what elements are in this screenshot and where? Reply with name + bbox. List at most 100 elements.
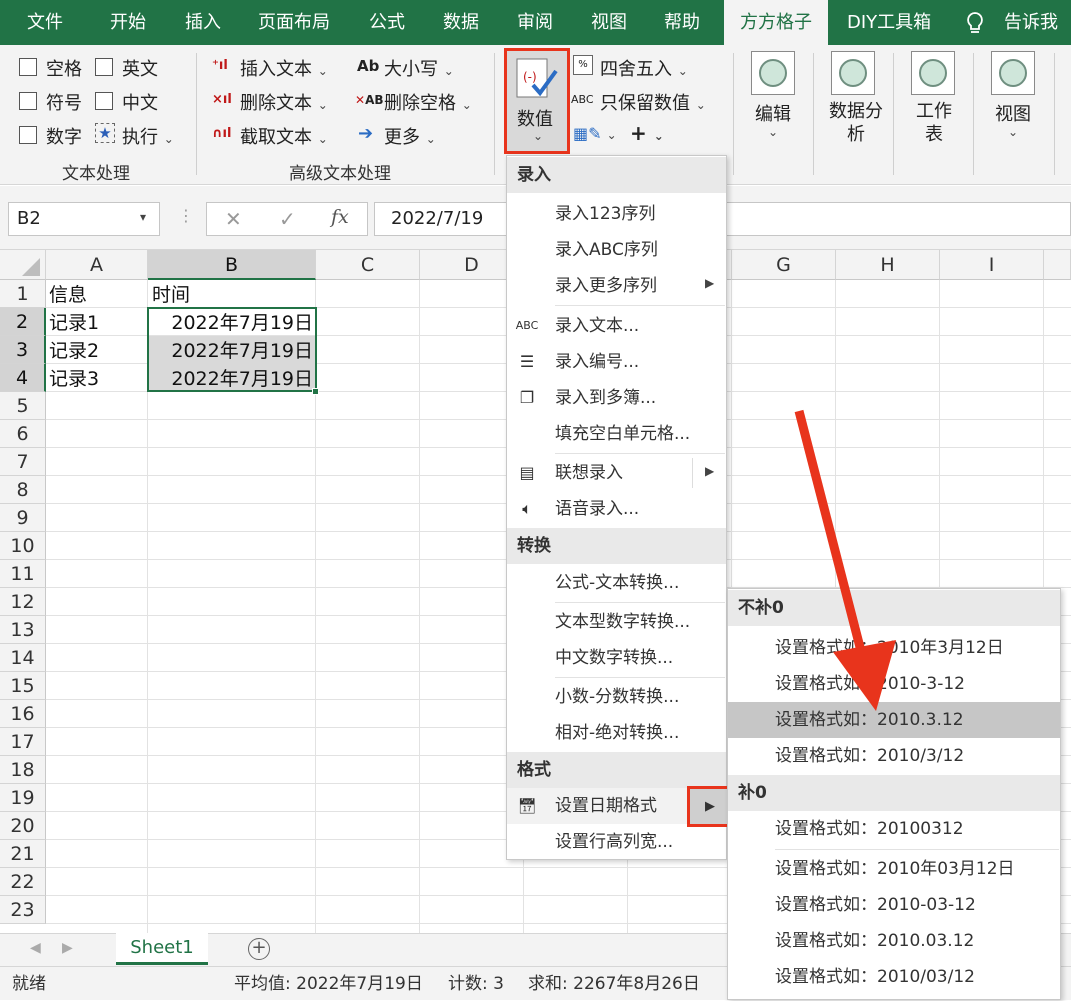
menu-item-input-123[interactable]: 录入123序列 — [555, 196, 655, 232]
menu-item-set-row-col-size[interactable]: 设置行高列宽... — [555, 824, 673, 860]
row-header-1[interactable]: 1 — [0, 280, 46, 308]
edit-table-icon[interactable]: ▦✎ ⌄ — [573, 123, 617, 146]
tab-diy-toolbox[interactable]: DIY工具箱 — [847, 0, 931, 45]
row-header-6[interactable]: 6 — [0, 420, 46, 448]
date-format-option[interactable]: 设置格式如：2010年03月12日 — [775, 851, 1015, 887]
row-header-22[interactable]: 22 — [0, 868, 46, 896]
menu-item-relative-absolute[interactable]: 相对-绝对转换... — [555, 715, 679, 751]
column-header-h[interactable]: H — [836, 250, 940, 280]
menu-item-voice-input[interactable]: 语音录入... — [555, 491, 639, 527]
insert-text-button[interactable]: 插入文本 ⌄ — [240, 55, 328, 81]
column-header-c[interactable]: C — [316, 250, 420, 280]
confirm-icon[interactable]: ✓ — [279, 207, 296, 231]
round-button[interactable]: 四舍五入 ⌄ — [600, 55, 688, 81]
tab-file[interactable]: 文件 — [27, 0, 63, 45]
checkbox-chinese[interactable] — [95, 92, 113, 110]
next-sheet-icon[interactable]: ▶ — [62, 940, 73, 956]
edit-icon[interactable] — [751, 51, 795, 95]
checkbox-digit[interactable] — [19, 126, 37, 144]
row-header-19[interactable]: 19 — [0, 784, 46, 812]
cell-b3[interactable]: 2022年7月19日 — [148, 337, 313, 365]
menu-item-input-more-series[interactable]: 录入更多序列 — [555, 268, 657, 304]
tab-insert[interactable]: 插入 — [185, 0, 221, 45]
row-header-16[interactable]: 16 — [0, 700, 46, 728]
row-header-7[interactable]: 7 — [0, 448, 46, 476]
tab-home[interactable]: 开始 — [110, 0, 146, 45]
data-analysis-icon[interactable] — [831, 51, 875, 95]
date-format-option-selected[interactable]: 设置格式如：2010.3.12 — [775, 702, 964, 738]
row-header-8[interactable]: 8 — [0, 476, 46, 504]
cell-b2[interactable]: 2022年7月19日 — [148, 309, 313, 337]
cell-b1[interactable]: 时间 — [152, 281, 190, 309]
menu-item-formula-text[interactable]: 公式-文本转换... — [555, 565, 679, 601]
tell-me-search[interactable]: 告诉我 — [1004, 0, 1058, 45]
tab-review[interactable]: 审阅 — [517, 0, 553, 45]
date-format-option[interactable]: 设置格式如：2010年3月12日 — [775, 630, 1004, 666]
execute-button[interactable]: 执行 ⌄ — [122, 123, 174, 149]
row-header-3[interactable]: 3 — [0, 336, 46, 364]
worksheet-button[interactable]: 工作表 — [914, 100, 954, 146]
extract-text-button[interactable]: 截取文本 ⌄ — [240, 123, 328, 149]
menu-item-chinese-number[interactable]: 中文数字转换... — [555, 640, 673, 676]
sheet-tab-sheet1[interactable]: Sheet1 — [116, 933, 208, 965]
row-header-17[interactable]: 17 — [0, 728, 46, 756]
row-header-10[interactable]: 10 — [0, 532, 46, 560]
row-header-12[interactable]: 12 — [0, 588, 46, 616]
column-header-a[interactable]: A — [46, 250, 148, 280]
cell-a4[interactable]: 记录3 — [49, 365, 99, 393]
tab-view[interactable]: 视图 — [591, 0, 627, 45]
case-button[interactable]: 大小写 ⌄ — [384, 55, 454, 81]
date-format-option[interactable]: 设置格式如：2010/3/12 — [775, 738, 964, 774]
column-header-g[interactable]: G — [732, 250, 836, 280]
checkbox-symbol[interactable] — [19, 92, 37, 110]
menu-item-input-text[interactable]: 录入文本... — [555, 308, 639, 344]
row-header-2[interactable]: 2 — [0, 308, 46, 336]
row-header-14[interactable]: 14 — [0, 644, 46, 672]
fx-icon[interactable]: fx — [331, 206, 349, 228]
date-format-option[interactable]: 设置格式如：2010-03-12 — [775, 887, 976, 923]
row-header-18[interactable]: 18 — [0, 756, 46, 784]
cell-a3[interactable]: 记录2 — [49, 337, 99, 365]
tab-help[interactable]: 帮助 — [664, 0, 700, 45]
tab-page-layout[interactable]: 页面布局 — [258, 0, 330, 45]
checkbox-space[interactable] — [19, 58, 37, 76]
menu-item-decimal-fraction[interactable]: 小数-分数转换... — [555, 679, 679, 715]
date-format-option[interactable]: 设置格式如：20100312 — [775, 811, 964, 847]
view-button[interactable]: 视图 — [995, 100, 1031, 126]
row-header-21[interactable]: 21 — [0, 840, 46, 868]
menu-item-suggest-input[interactable]: 联想录入 — [555, 455, 623, 491]
delete-space-button[interactable]: 删除空格 ⌄ — [384, 89, 472, 115]
name-box[interactable]: B2 — [8, 202, 160, 236]
cell-a1[interactable]: 信息 — [49, 281, 87, 309]
menu-item-input-multi-book[interactable]: 录入到多簿... — [555, 380, 656, 416]
row-header-4[interactable]: 4 — [0, 364, 46, 392]
view-icon[interactable] — [991, 51, 1035, 95]
date-format-option[interactable]: 设置格式如：2010/03/12 — [775, 959, 975, 995]
row-header-11[interactable]: 11 — [0, 560, 46, 588]
cancel-icon[interactable]: ✕ — [225, 207, 242, 231]
cell-b4[interactable]: 2022年7月19日 — [148, 365, 313, 393]
row-header-5[interactable]: 5 — [0, 392, 46, 420]
row-header-15[interactable]: 15 — [0, 672, 46, 700]
tab-formulas[interactable]: 公式 — [369, 0, 405, 45]
date-format-option[interactable]: 设置格式如：2010-3-12 — [775, 666, 965, 702]
worksheet-icon[interactable] — [911, 51, 955, 95]
row-header-9[interactable]: 9 — [0, 504, 46, 532]
menu-item-input-numbering[interactable]: 录入编号... — [555, 344, 639, 380]
menu-item-fill-blank[interactable]: 填充空白单元格... — [555, 416, 690, 452]
keep-number-button[interactable]: 只保留数值 ⌄ — [600, 89, 706, 115]
data-analysis-button[interactable]: 数据分析 — [826, 100, 886, 146]
fill-handle[interactable] — [312, 388, 319, 395]
column-header-b[interactable]: B — [148, 250, 316, 280]
column-header-next[interactable] — [1044, 250, 1071, 280]
menu-item-text-number[interactable]: 文本型数字转换... — [555, 604, 690, 640]
delete-text-button[interactable]: 删除文本 ⌄ — [240, 89, 328, 115]
edit-button[interactable]: 编辑 — [755, 100, 791, 126]
add-sheet-icon[interactable]: + — [248, 938, 270, 960]
column-header-i[interactable]: I — [940, 250, 1044, 280]
menu-item-set-date-format[interactable]: 设置日期格式 — [555, 788, 657, 824]
tab-fangfanggezi[interactable]: 方方格子 — [724, 0, 828, 45]
cell-a2[interactable]: 记录1 — [49, 309, 99, 337]
checkbox-english[interactable] — [95, 58, 113, 76]
tab-data[interactable]: 数据 — [443, 0, 479, 45]
